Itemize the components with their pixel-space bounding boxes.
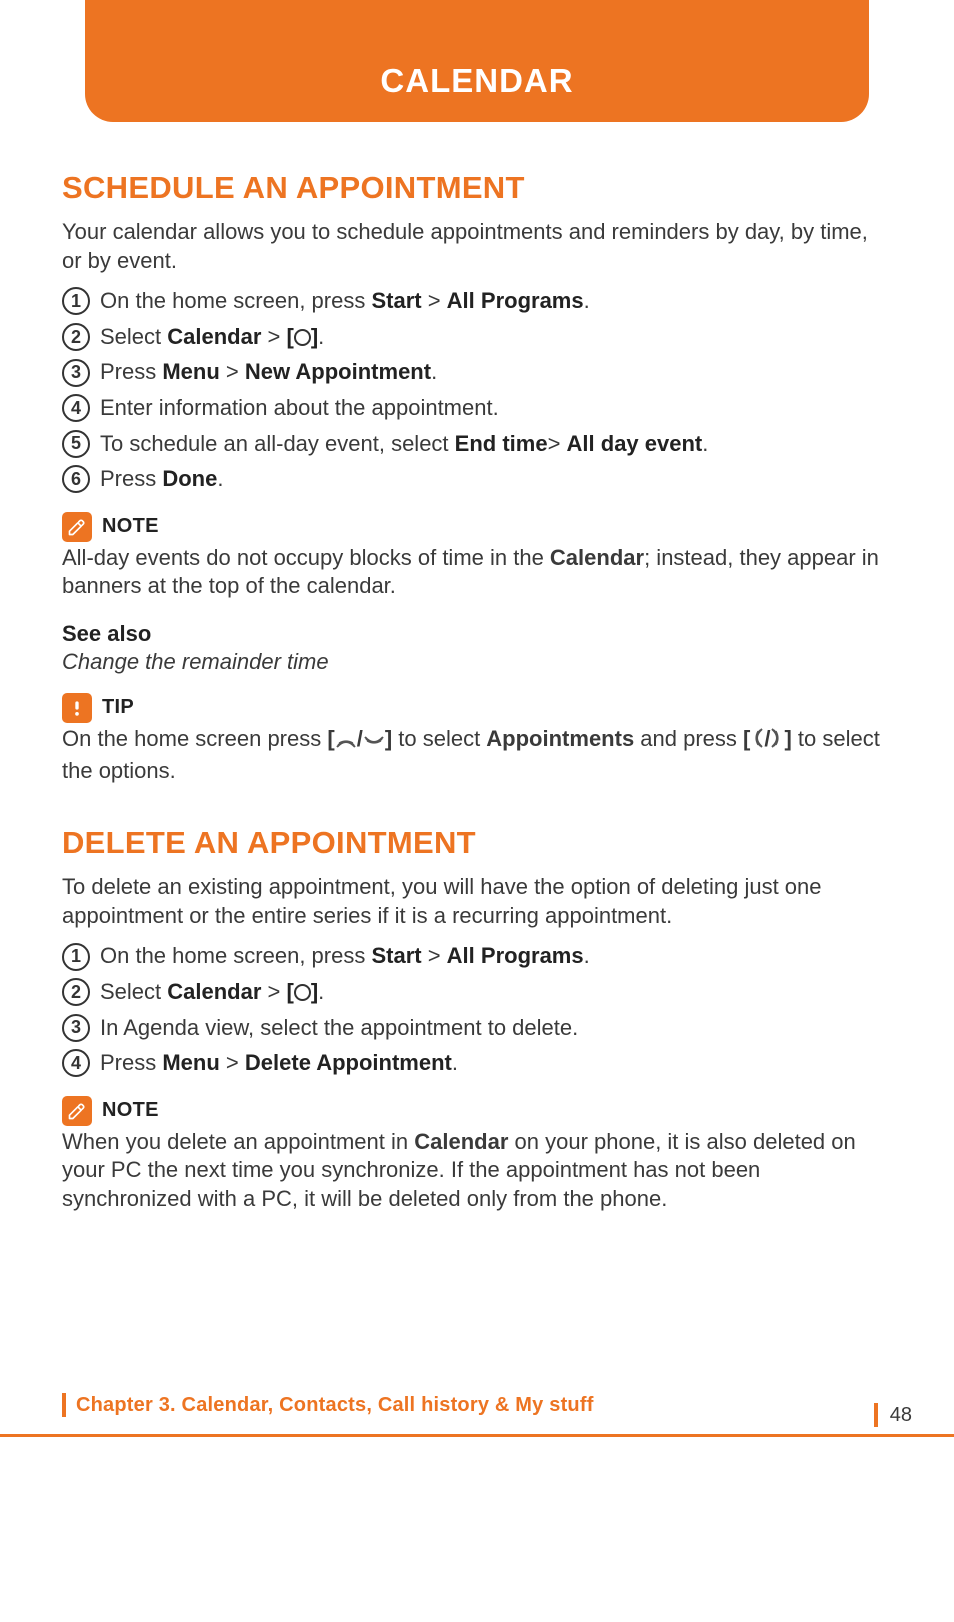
page-content: SCHEDULE AN APPOINTMENT Your calendar al… [0, 122, 954, 1213]
step-number-icon: 4 [62, 1049, 90, 1077]
step-text: Press Menu > Delete Appointment. [100, 1049, 892, 1078]
step-item: 5 To schedule an all-day event, select E… [62, 430, 892, 459]
ok-button-icon [294, 329, 311, 346]
note-callout: NOTE [62, 1096, 892, 1126]
step-number-icon: 3 [62, 1014, 90, 1042]
step-text: Press Done. [100, 465, 892, 494]
steps-list-schedule: 1 On the home screen, press Start > All … [62, 287, 892, 494]
step-item: 2 Select Calendar > []. [62, 323, 892, 352]
step-text: Enter information about the appointment. [100, 394, 892, 423]
step-item: 1 On the home screen, press Start > All … [62, 287, 892, 316]
page-number: 48 [874, 1403, 912, 1427]
step-number-icon: 1 [62, 287, 90, 315]
note-callout: NOTE [62, 512, 892, 542]
ok-button-icon [294, 984, 311, 1001]
section-title-schedule: SCHEDULE AN APPOINTMENT [62, 170, 892, 206]
step-number-icon: 2 [62, 978, 90, 1006]
exclaim-icon [62, 693, 92, 723]
step-item: 6 Press Done. [62, 465, 892, 494]
see-also-label: See also [62, 621, 892, 647]
tip-callout: TIP [62, 693, 892, 723]
tip-body: On the home screen press [/] to select A… [62, 725, 892, 785]
note-body: When you delete an appointment in Calend… [62, 1128, 892, 1214]
section-title-delete: DELETE AN APPOINTMENT [62, 825, 892, 861]
step-item: 4 Press Menu > Delete Appointment. [62, 1049, 892, 1078]
note-label: NOTE [102, 1099, 159, 1122]
note-label: NOTE [102, 515, 159, 538]
step-number-icon: 1 [62, 943, 90, 971]
nav-down-icon [363, 728, 385, 757]
step-item: 3 Press Menu > New Appointment. [62, 358, 892, 387]
step-number-icon: 5 [62, 430, 90, 458]
steps-list-delete: 1 On the home screen, press Start > All … [62, 942, 892, 1077]
step-text: Select Calendar > []. [100, 978, 892, 1007]
step-number-icon: 2 [62, 323, 90, 351]
step-text: Select Calendar > []. [100, 323, 892, 352]
step-text: To schedule an all-day event, select End… [100, 430, 892, 459]
step-text: On the home screen, press Start > All Pr… [100, 942, 892, 971]
pencil-icon [62, 512, 92, 542]
step-text: In Agenda view, select the appointment t… [100, 1014, 892, 1043]
step-text: On the home screen, press Start > All Pr… [100, 287, 892, 316]
note-body: All-day events do not occupy blocks of t… [62, 544, 892, 601]
nav-left-icon [750, 727, 764, 757]
step-item: 4 Enter information about the appointmen… [62, 394, 892, 423]
section-intro: Your calendar allows you to schedule app… [62, 218, 892, 275]
step-number-icon: 3 [62, 359, 90, 387]
chapter-label: Chapter 3. Calendar, Contacts, Call hist… [62, 1393, 594, 1417]
step-number-icon: 4 [62, 394, 90, 422]
page-header: CALENDAR [85, 0, 869, 122]
step-item: 3 In Agenda view, select the appointment… [62, 1014, 892, 1043]
step-number-icon: 6 [62, 465, 90, 493]
step-item: 2 Select Calendar > []. [62, 978, 892, 1007]
pencil-icon [62, 1096, 92, 1126]
step-item: 1 On the home screen, press Start > All … [62, 942, 892, 971]
see-also-text: Change the remainder time [62, 649, 892, 675]
tip-label: TIP [102, 696, 134, 719]
step-text: Press Menu > New Appointment. [100, 358, 892, 387]
page-footer: Chapter 3. Calendar, Contacts, Call hist… [0, 1393, 954, 1437]
nav-right-icon [770, 727, 784, 757]
nav-up-icon [335, 728, 357, 757]
footer-divider [0, 1434, 954, 1437]
section-intro: To delete an existing appointment, you w… [62, 873, 892, 930]
page-title: CALENDAR [85, 62, 869, 100]
